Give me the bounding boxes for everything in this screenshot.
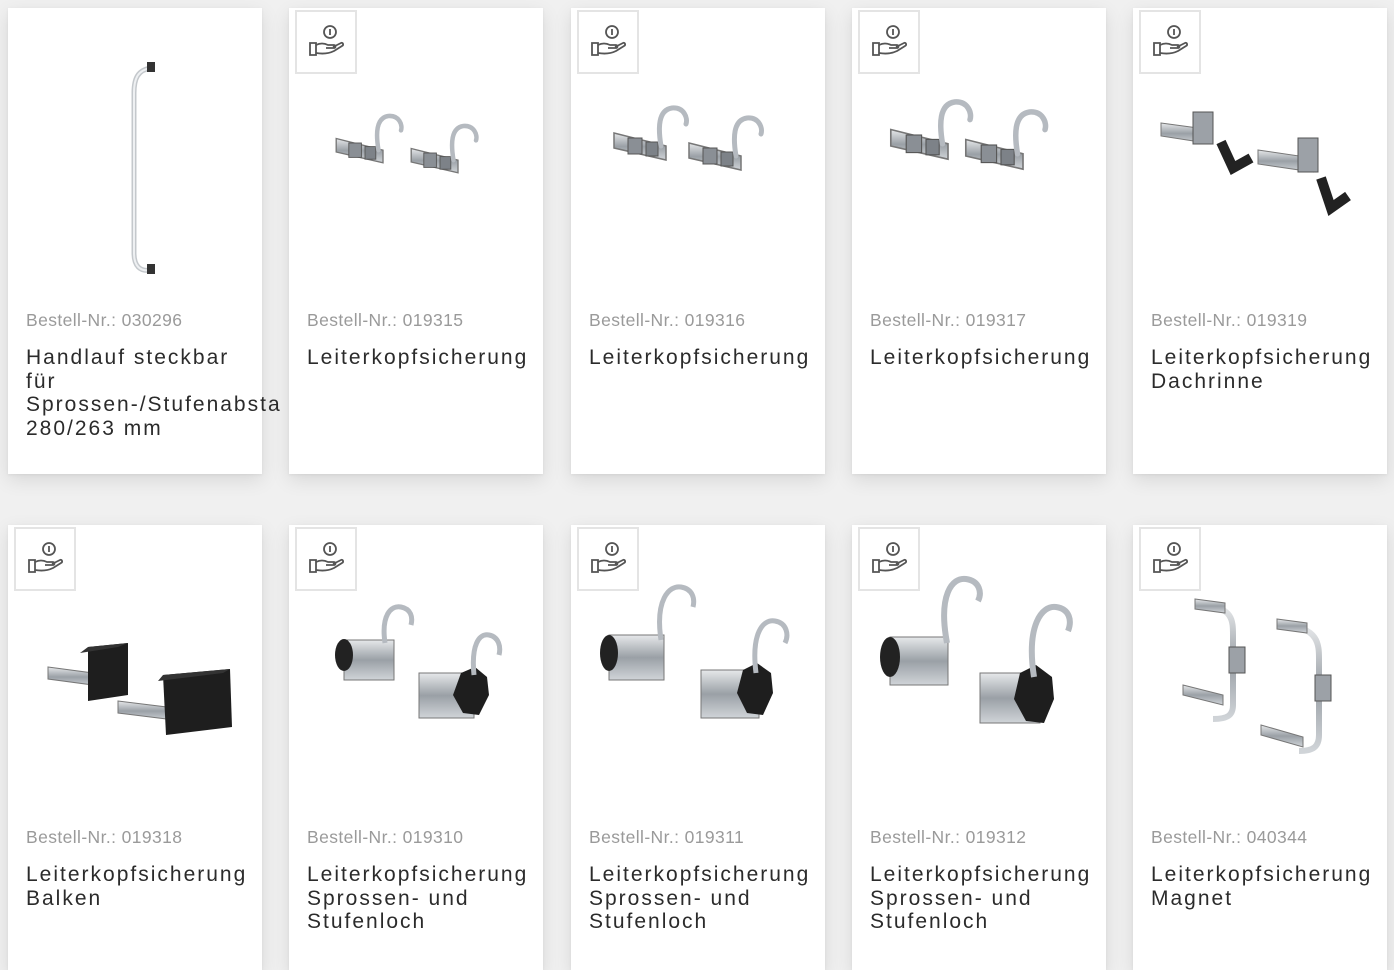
product-card[interactable]: Bestell-Nr.: 019311 Leiterkopfsicherung …: [571, 525, 825, 970]
magnet-bracket-pair-image: [1182, 598, 1332, 754]
product-card[interactable]: Bestell-Nr.: 040344 Leiterkopfsicherung …: [1133, 525, 1387, 970]
order-number: Bestell-Nr.: 040344: [1151, 827, 1308, 847]
product-title[interactable]: Leiterkopfsicherung Magnet: [1151, 863, 1394, 910]
order-number: Bestell-Nr.: 030296: [26, 310, 183, 330]
product-card[interactable]: Bestell-Nr.: 019319 Leiterkopfsicherung …: [1133, 8, 1387, 474]
order-number: Bestell-Nr.: 019318: [26, 827, 183, 847]
product-card[interactable]: Bestell-Nr.: 019317 Leiterkopfsicherung: [852, 8, 1106, 474]
knob-hook-pair-image: [335, 604, 503, 719]
order-number: Bestell-Nr.: 019317: [870, 310, 1027, 330]
order-number: Bestell-Nr.: 019315: [307, 310, 464, 330]
product-title[interactable]: Leiterkopfsicherung: [589, 346, 869, 370]
gutter-hook-pair-image: [1160, 111, 1351, 216]
beam-bracket-pair-image: [47, 643, 232, 735]
product-title[interactable]: Handlauf steckbar für Sprossen-/Stufenab…: [26, 346, 326, 440]
product-title[interactable]: Leiterkopfsicherung Sprossen- und Stufen…: [870, 863, 1150, 934]
knob-hook-pair-image: [880, 575, 1073, 724]
product-card[interactable]: Bestell-Nr.: 030296 Handlauf steckbar fü…: [8, 8, 280, 474]
product-card[interactable]: Bestell-Nr.: 019318 Leiterkopfsicherung …: [8, 525, 262, 970]
product-card[interactable]: Bestell-Nr.: 019316 Leiterkopfsicherung: [571, 8, 825, 474]
knob-hook-pair-image: [600, 584, 790, 719]
product-card[interactable]: Bestell-Nr.: 019310 Leiterkopfsicherung …: [289, 525, 543, 970]
product-title[interactable]: Leiterkopfsicherung Balken: [26, 863, 306, 910]
product-title[interactable]: Leiterkopfsicherung: [870, 346, 1150, 370]
handrail-image: [131, 62, 155, 274]
product-card[interactable]: Bestell-Nr.: 019312 Leiterkopfsicherung …: [852, 525, 1106, 970]
product-title[interactable]: Leiterkopfsicherung Sprossen- und Stufen…: [589, 863, 869, 934]
order-number: Bestell-Nr.: 019311: [589, 827, 745, 847]
product-title[interactable]: Leiterkopfsicherung: [307, 346, 587, 370]
product-title[interactable]: Leiterkopfsicherung Sprossen- und Stufen…: [307, 863, 587, 934]
ladder-hook-pair-image: [289, 38, 543, 288]
product-card[interactable]: Bestell-Nr.: 019315 Leiterkopfsicherung: [289, 8, 543, 474]
ladder-hook-pair-image: [852, 38, 1106, 288]
ladder-hook-pair-image: [571, 38, 825, 288]
order-number: Bestell-Nr.: 019316: [589, 310, 746, 330]
order-number: Bestell-Nr.: 019312: [870, 827, 1027, 847]
product-title[interactable]: Leiterkopfsicherung Dachrinne: [1151, 346, 1394, 393]
order-number: Bestell-Nr.: 019310: [307, 827, 464, 847]
order-number: Bestell-Nr.: 019319: [1151, 310, 1308, 330]
